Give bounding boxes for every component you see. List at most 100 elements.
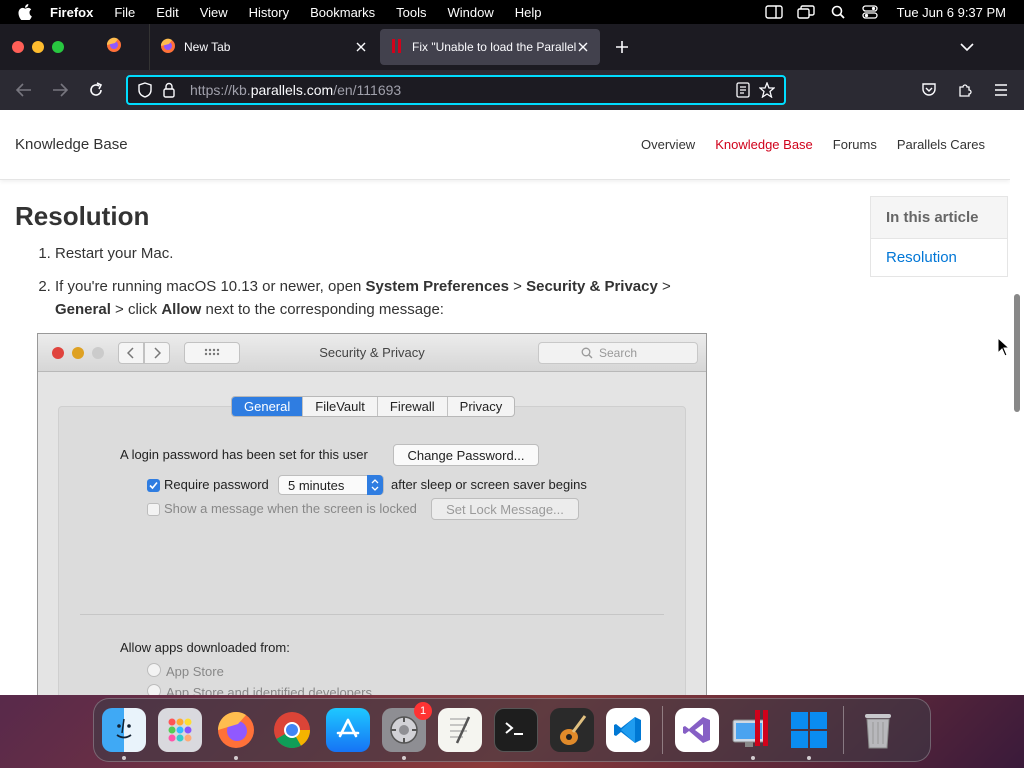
menu-history[interactable]: History xyxy=(249,5,289,20)
tab-title: New Tab xyxy=(184,40,231,54)
sidebar-toggle-icon[interactable] xyxy=(764,4,783,20)
site-lock-icon[interactable] xyxy=(160,81,178,99)
screenshot-radio-identified xyxy=(147,684,161,695)
menu-file[interactable]: File xyxy=(114,5,135,20)
tab-title: Fix "Unable to load the Parallels xyxy=(412,40,576,54)
vscode-icon[interactable] xyxy=(606,708,650,752)
new-tab-button[interactable] xyxy=(608,33,636,61)
zoom-window-button[interactable] xyxy=(52,41,64,53)
toc-link-resolution[interactable]: Resolution xyxy=(871,239,1007,276)
screenshot-select-arrows-icon xyxy=(367,475,383,495)
garageband-icon[interactable] xyxy=(550,708,594,752)
running-indicator xyxy=(402,756,406,760)
control-center-icon[interactable] xyxy=(861,4,879,20)
screenshot-close-dot xyxy=(52,346,64,359)
minimize-window-button[interactable] xyxy=(32,41,44,53)
resolution-heading: Resolution xyxy=(15,201,150,231)
nav-link-overview[interactable]: Overview xyxy=(641,137,695,152)
trash-icon[interactable] xyxy=(856,708,900,752)
spotlight-search-icon[interactable] xyxy=(829,4,847,20)
menu-app-name[interactable]: Firefox xyxy=(50,5,93,20)
screenshot-tab-segment: General FileVault Firewall Privacy xyxy=(231,396,516,417)
scrollbar-thumb[interactable] xyxy=(1014,294,1020,412)
menu-help[interactable]: Help xyxy=(515,5,542,20)
pocket-icon[interactable] xyxy=(918,79,940,101)
extensions-puzzle-icon[interactable] xyxy=(954,79,976,101)
page-scrollbar[interactable] xyxy=(1010,110,1024,695)
screenshot-set-lock-message-button: Set Lock Message... xyxy=(431,498,579,520)
forward-button[interactable] xyxy=(42,74,78,106)
reload-button[interactable] xyxy=(78,74,114,106)
url-path: /en/111693 xyxy=(333,82,402,98)
tab-new-tab[interactable]: New Tab xyxy=(150,29,378,65)
step-2-security-privacy: Security & Privacy xyxy=(526,278,658,295)
screenshot-tab-privacy: Privacy xyxy=(459,399,503,414)
bookmark-star-icon[interactable] xyxy=(758,81,776,99)
app-store-icon[interactable] xyxy=(326,708,370,752)
close-tab-icon[interactable] xyxy=(354,40,368,54)
security-privacy-screenshot: Security & Privacy Search General FileVa… xyxy=(37,333,707,695)
step-2-allow: Allow xyxy=(161,301,202,318)
screenshot-tab-filevault: FileVault xyxy=(303,397,378,416)
parallels-favicon-icon xyxy=(390,38,404,57)
running-indicator xyxy=(807,756,811,760)
screenshot-back-chevron-icon xyxy=(118,341,144,364)
step-2-text: > click xyxy=(110,301,162,318)
nav-link-knowledge-base[interactable]: Knowledge Base xyxy=(715,137,813,152)
menu-tools[interactable]: Tools xyxy=(396,5,426,20)
screenshot-window-controls xyxy=(52,346,104,359)
menu-view[interactable]: View xyxy=(200,5,228,20)
reader-view-icon[interactable] xyxy=(734,81,752,99)
mouse-cursor-icon xyxy=(997,336,1011,357)
textedit-icon[interactable] xyxy=(438,708,482,752)
site-header: Knowledge Base Overview Knowledge Base F… xyxy=(0,110,1010,180)
menu-window[interactable]: Window xyxy=(448,5,494,20)
menu-bar: Firefox File Edit View History Bookmarks… xyxy=(0,0,1024,24)
toc-heading: In this article xyxy=(871,197,1007,239)
screenshot-require-password-checkbox xyxy=(147,479,160,492)
step-2-text: next to the corresponding message: xyxy=(201,301,444,318)
step-2-system-preferences: System Preferences xyxy=(365,278,509,295)
menu-edit[interactable]: Edit xyxy=(156,5,178,20)
site-title[interactable]: Knowledge Base xyxy=(15,136,128,153)
windows-11-icon[interactable] xyxy=(787,708,831,760)
chrome-icon[interactable] xyxy=(270,708,314,752)
notification-badge: 1 xyxy=(414,702,432,720)
screenshot-allow-apps-label: Allow apps downloaded from: xyxy=(120,640,290,655)
visual-studio-icon[interactable] xyxy=(675,708,719,752)
menu-bookmarks[interactable]: Bookmarks xyxy=(310,5,375,20)
menubar-clock[interactable]: Tue Jun 6 9:37 PM xyxy=(897,5,1006,20)
screenshot-show-message-checkbox xyxy=(147,503,160,516)
firefox-icon[interactable] xyxy=(214,708,258,760)
url-prefix: https://kb. xyxy=(190,82,251,98)
system-preferences-icon[interactable]: 1 xyxy=(382,702,432,760)
nav-link-forums[interactable]: Forums xyxy=(833,137,877,152)
parallels-desktop-icon[interactable] xyxy=(731,708,775,760)
url-bar[interactable]: https://kb.parallels.com/en/111693 xyxy=(126,75,786,105)
tracking-protection-shield-icon[interactable] xyxy=(136,81,154,99)
terminal-icon[interactable] xyxy=(494,708,538,752)
screenshot-login-label: A login password has been set for this u… xyxy=(120,447,368,462)
article-content: Resolution Restart your Mac. If you're r… xyxy=(0,181,860,695)
tab-active-parallels[interactable]: Fix "Unable to load the Parallels xyxy=(380,29,600,65)
close-window-button[interactable] xyxy=(12,41,24,53)
apple-menu-icon[interactable] xyxy=(18,3,36,21)
tab-strip: New Tab Fix "Unable to load the Parallel… xyxy=(0,24,1024,70)
url-text: https://kb.parallels.com/en/111693 xyxy=(190,82,728,98)
step-2-text: If you're running macOS 10.13 or newer, … xyxy=(55,278,366,295)
list-all-tabs-icon[interactable] xyxy=(958,38,976,56)
hamburger-menu-icon[interactable] xyxy=(990,79,1012,101)
pinned-tab[interactable] xyxy=(78,24,150,70)
navigation-toolbar: https://kb.parallels.com/en/111693 xyxy=(0,70,1024,110)
screenshot-delay-value: 5 minutes xyxy=(288,477,345,493)
screenshot-search-icon xyxy=(581,347,593,362)
finder-icon[interactable] xyxy=(102,708,146,760)
close-tab-icon[interactable] xyxy=(576,40,590,54)
screen-mirroring-icon[interactable] xyxy=(796,4,815,20)
launchpad-icon[interactable] xyxy=(158,708,202,752)
dock-separator xyxy=(843,706,844,754)
nav-link-parallels-cares[interactable]: Parallels Cares xyxy=(897,137,985,152)
back-button[interactable] xyxy=(6,74,42,106)
step-1: Restart your Mac. xyxy=(55,242,715,265)
screenshot-search-placeholder: Search xyxy=(599,346,638,360)
